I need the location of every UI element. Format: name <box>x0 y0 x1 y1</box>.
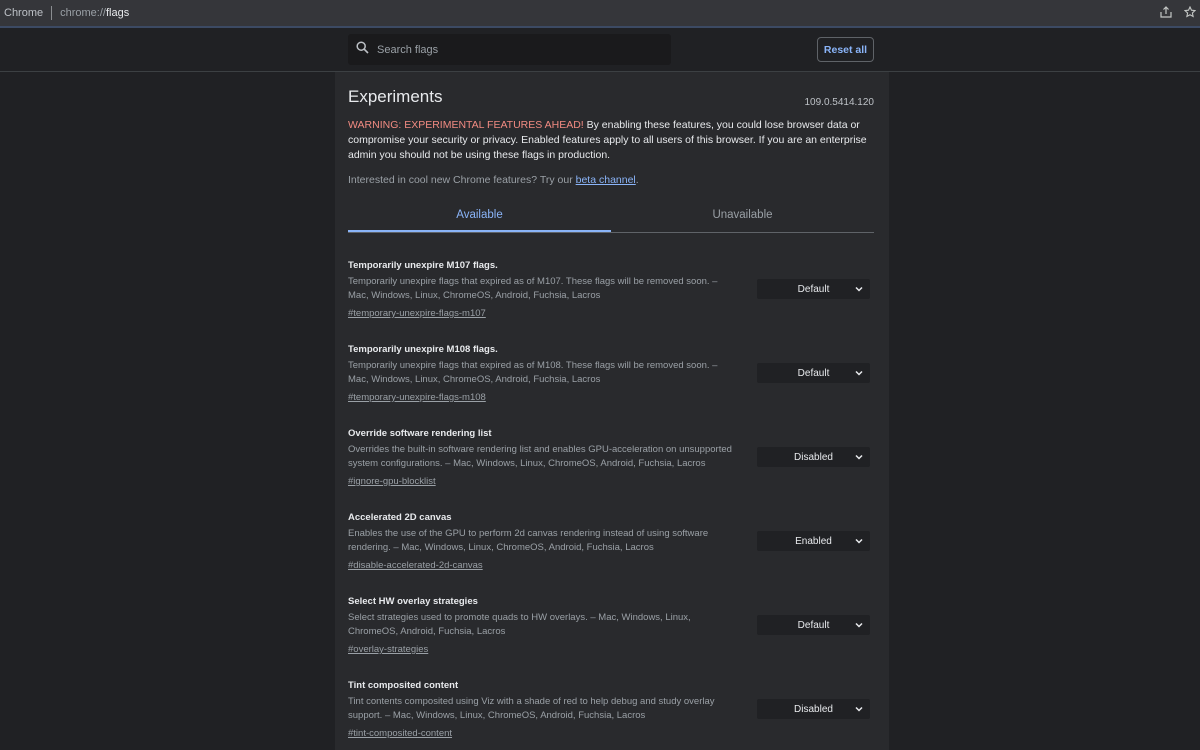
flag-state-select[interactable]: Enabled <box>757 531 870 551</box>
flag-item: Select HW overlay strategies Select stra… <box>348 596 874 656</box>
left-margin <box>0 72 335 750</box>
url-prefix: chrome:// <box>60 7 106 19</box>
search-input[interactable] <box>375 42 655 57</box>
share-icon[interactable] <box>1160 6 1172 18</box>
chevron-down-icon <box>855 706 863 712</box>
search-box[interactable] <box>348 34 671 65</box>
reset-all-button[interactable]: Reset all <box>817 37 874 62</box>
warning-text: WARNING: EXPERIMENTAL FEATURES AHEAD! By… <box>348 118 878 163</box>
flag-state-select[interactable]: Default <box>757 363 870 383</box>
flag-name: Override software rendering list <box>348 428 492 439</box>
tab-unavailable[interactable]: Unavailable <box>611 200 874 232</box>
right-margin <box>889 72 1200 750</box>
flag-permalink[interactable]: #ignore-gpu-blocklist <box>348 475 436 489</box>
flag-description: Temporarily unexpire flags that expired … <box>348 360 718 385</box>
flag-item: Override software rendering list Overrid… <box>348 428 874 488</box>
bookmark-star-icon[interactable] <box>1184 6 1196 18</box>
flag-description: Enables the use of the GPU to perform 2d… <box>348 528 709 553</box>
flag-item: Temporarily unexpire M107 flags. Tempora… <box>348 260 874 320</box>
beta-promo-text: Interested in cool new Chrome features? … <box>348 174 576 186</box>
chevron-down-icon <box>855 622 863 628</box>
flag-description: Select strategies used to promote quads … <box>348 612 691 637</box>
flag-state-value: Default <box>797 283 830 295</box>
flag-state-value: Default <box>797 619 830 631</box>
address-bar-actions <box>1160 6 1196 18</box>
site-label: Chrome <box>4 7 44 19</box>
flag-name: Temporarily unexpire M107 flags. <box>348 260 498 271</box>
flag-item: Tint composited content Tint contents co… <box>348 680 874 740</box>
beta-channel-link[interactable]: beta channel <box>576 174 636 186</box>
address-separator <box>51 6 53 20</box>
flag-name: Select HW overlay strategies <box>348 596 478 607</box>
flag-permalink[interactable]: #tint-composited-content <box>348 727 452 741</box>
flag-state-value: Disabled <box>794 703 833 715</box>
flag-state-value: Disabled <box>794 451 833 463</box>
flag-permalink[interactable]: #overlay-strategies <box>348 643 428 657</box>
chevron-down-icon <box>855 370 863 376</box>
page-title: Experiments <box>348 87 443 106</box>
chevron-down-icon <box>855 454 863 460</box>
chevron-down-icon <box>855 286 863 292</box>
flags-header: Reset all <box>0 28 1200 72</box>
experiments-panel: Experiments 109.0.5414.120 WARNING: EXPE… <box>335 72 889 750</box>
flag-state-select[interactable]: Default <box>757 615 870 635</box>
beta-promo: Interested in cool new Chrome features? … <box>348 174 639 186</box>
flag-permalink[interactable]: #temporary-unexpire-flags-m107 <box>348 307 486 321</box>
flag-state-select[interactable]: Default <box>757 279 870 299</box>
flag-permalink[interactable]: #disable-accelerated-2d-canvas <box>348 559 483 573</box>
beta-promo-end: . <box>635 174 639 186</box>
flag-name: Tint composited content <box>348 680 459 691</box>
flag-description: Overrides the built-in software renderin… <box>348 444 732 469</box>
flag-item: Accelerated 2D canvas Enables the use of… <box>348 512 874 572</box>
version-label: 109.0.5414.120 <box>804 97 874 108</box>
warning-heading: WARNING: EXPERIMENTAL FEATURES AHEAD! <box>348 119 584 131</box>
tab-available[interactable]: Available <box>348 200 611 232</box>
address-bar[interactable]: Chrome chrome://flags <box>0 0 1200 28</box>
url-main: flags <box>105 7 130 19</box>
flag-item: Temporarily unexpire M108 flags. Tempora… <box>348 344 874 404</box>
url-text[interactable]: chrome://flags <box>60 7 129 19</box>
flag-state-value: Enabled <box>795 535 832 547</box>
flag-description: Tint contents composited using Viz with … <box>348 696 715 721</box>
flag-name: Accelerated 2D canvas <box>348 512 452 523</box>
flag-state-select[interactable]: Disabled <box>757 447 870 467</box>
chevron-down-icon <box>855 538 863 544</box>
flag-description: Temporarily unexpire flags that expired … <box>348 276 718 301</box>
flag-state-select[interactable]: Disabled <box>757 699 870 719</box>
flag-permalink[interactable]: #temporary-unexpire-flags-m108 <box>348 391 486 405</box>
tab-bar: Available Unavailable <box>348 200 874 233</box>
search-icon <box>356 40 375 59</box>
flag-state-value: Default <box>797 367 830 379</box>
flag-name: Temporarily unexpire M108 flags. <box>348 344 498 355</box>
